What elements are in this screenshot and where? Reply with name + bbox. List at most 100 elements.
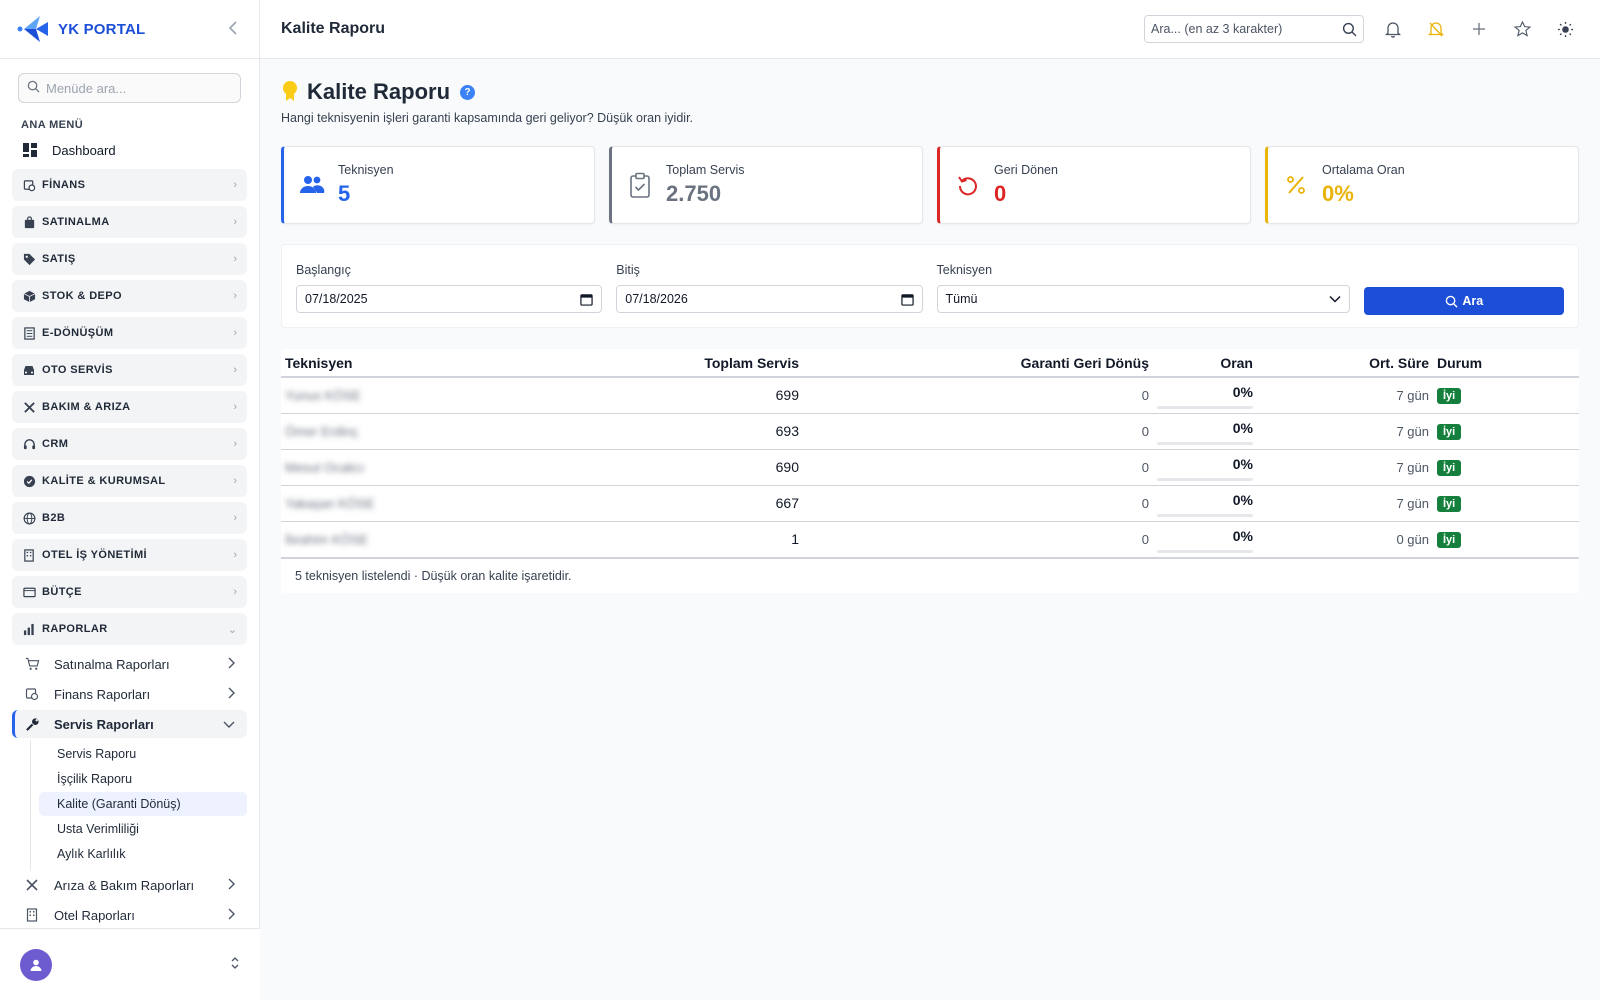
sidebar-item-servis-raporlari[interactable]: Servis Raporları [12, 710, 247, 738]
column-header[interactable]: Ort. Süre [1257, 349, 1433, 378]
sidebar-item-otel-raporlari[interactable]: Otel Raporları [12, 901, 247, 929]
percent-icon [1282, 171, 1310, 199]
sidebar-group-satis[interactable]: SATIŞ › [12, 243, 247, 275]
sidebar-group-label: CRM [42, 438, 69, 450]
chevron-right-icon: › [233, 327, 237, 339]
technician-select[interactable]: Tümü [936, 285, 1351, 313]
card-geri-donen: Geri Dönen 0 [937, 146, 1251, 224]
tools-icon [22, 400, 36, 414]
table-row[interactable]: Yunus KÖSE 699 0 0% 7 gün İyi [281, 377, 1579, 414]
bag-icon [22, 215, 36, 229]
sidebar-group-finans[interactable]: FİNANS › [12, 169, 247, 201]
calendar-icon[interactable] [580, 293, 593, 306]
sidebar-group-e-donusum[interactable]: E-DÖNÜŞÜM › [12, 317, 247, 349]
sidebar-item-satinalma-raporlari[interactable]: Satınalma Raporları [12, 650, 247, 678]
topbar: Kalite Raporu [260, 0, 1600, 59]
table-header-row: Teknisyen Toplam Servis Garanti Geri Dön… [281, 349, 1579, 378]
sidebar-group-label: SATINALMA [42, 216, 110, 228]
rate-bar [1157, 406, 1253, 409]
filter-panel: Başlangıç 07/18/2025 Bitiş 07/18/2026 Te… [281, 244, 1579, 328]
rate-bar [1157, 549, 1253, 553]
tag-icon [22, 252, 36, 266]
card-ortalama-oran: Ortalama Oran 0% [1265, 146, 1579, 224]
sidebar-group-kalite-kurumsal[interactable]: KALİTE & KURUMSAL › [12, 465, 247, 497]
sidebar-leaf-kalite-garanti[interactable]: Kalite (Garanti Dönüş) [39, 792, 247, 816]
sidebar-item-finans-raporlari[interactable]: Finans Raporları [12, 680, 247, 708]
sidebar-group-label: SATIŞ [42, 253, 76, 265]
menu-search[interactable] [18, 73, 241, 103]
globe-icon [22, 511, 36, 525]
column-header[interactable]: Toplam Servis [539, 349, 803, 378]
card-value: 0 [994, 181, 1007, 206]
start-date-input[interactable]: 07/18/2025 [296, 285, 603, 313]
rate-cell: 0% [1153, 377, 1257, 414]
warranty-returns: 0 [803, 413, 1153, 450]
bell-off-icon[interactable] [1422, 15, 1450, 43]
column-header[interactable]: Teknisyen [281, 349, 539, 378]
column-header[interactable]: Durum [1433, 349, 1579, 378]
table-row[interactable]: Ömer Erdinç 693 0 0% 7 gün İyi [281, 413, 1579, 450]
technician-select-value: Tümü [945, 292, 978, 306]
sidebar-leaf-servis-raporu[interactable]: Servis Raporu [39, 742, 247, 766]
sidebar-item-dashboard[interactable]: Dashboard [12, 137, 247, 163]
sidebar-group-bakim-ariza[interactable]: BAKIM & ARIZA › [12, 391, 247, 423]
end-date-input[interactable]: 07/18/2026 [616, 285, 923, 313]
chevron-right-icon [227, 878, 235, 893]
global-search[interactable] [1144, 15, 1364, 43]
filter-end: Bitiş 07/18/2026 [616, 263, 923, 313]
status-cell: İyi [1433, 449, 1579, 486]
user-menu-toggle-icon[interactable] [230, 956, 240, 973]
sidebar-leaf-iscilik-raporu[interactable]: İşçilik Raporu [39, 767, 247, 791]
table-row[interactable]: İbrahim KÖSE 1 0 0% 0 gün İyi [281, 521, 1579, 558]
sidebar-group-label: B2B [42, 512, 66, 524]
start-date-label: Başlangıç [296, 263, 351, 277]
card-label: Teknisyen [338, 163, 394, 177]
warranty-returns: 0 [803, 377, 1153, 414]
bell-icon[interactable] [1379, 15, 1407, 43]
sidebar-group-otel[interactable]: OTEL İŞ YÖNETİMİ › [12, 539, 247, 571]
sidebar-group-label: BAKIM & ARIZA [42, 401, 131, 413]
avg-duration: 7 gün [1257, 377, 1433, 414]
chevron-right-icon: › [233, 586, 237, 598]
sidebar-group-crm[interactable]: CRM › [12, 428, 247, 460]
undo-icon [954, 171, 982, 199]
bar-chart-icon [22, 622, 36, 636]
search-button-label: Ara [1462, 294, 1484, 308]
chevron-right-icon: › [233, 401, 237, 413]
sidebar-group-butce[interactable]: BÜTÇE › [12, 576, 247, 608]
status-badge: İyi [1437, 496, 1462, 512]
page-subtitle: Hangi teknisyenin işleri garanti kapsamı… [281, 111, 694, 125]
sidebar-group-stok-depo[interactable]: STOK & DEPO › [12, 280, 247, 312]
menu-search-input[interactable] [46, 80, 216, 96]
calendar-icon[interactable] [900, 293, 914, 306]
avatar[interactable] [20, 948, 52, 981]
sun-icon[interactable] [1551, 15, 1579, 43]
cart-icon [24, 656, 40, 672]
status-badge: İyi [1437, 460, 1462, 476]
sidebar-group-satinalma[interactable]: SATINALMA › [12, 206, 247, 238]
sidebar-item-ariza-bakim-raporlari[interactable]: Arıza & Bakım Raporları [12, 871, 247, 899]
plus-icon[interactable] [1465, 15, 1493, 43]
search-icon[interactable] [1342, 22, 1357, 37]
collapse-sidebar-button[interactable] [223, 19, 243, 40]
sidebar-leaf-usta-verimliligi[interactable]: Usta Verimliliği [39, 817, 247, 841]
column-header[interactable]: Garanti Geri Dönüş [803, 349, 1153, 378]
card-label: Geri Dönen [994, 163, 1058, 177]
total-service: 699 [539, 377, 803, 414]
table-row[interactable]: Mesut Ocakcı 690 0 0% 7 gün İyi [281, 449, 1579, 486]
technician-name: Ömer Erdinç [285, 424, 358, 439]
chevron-right-icon: › [233, 438, 237, 450]
star-icon[interactable] [1508, 15, 1536, 43]
global-search-input[interactable] [1151, 22, 1331, 36]
filter-start: Başlangıç 07/18/2025 [296, 263, 603, 313]
sidebar-group-raporlar[interactable]: RAPORLAR ⌄ [12, 613, 247, 645]
help-icon[interactable]: ? [460, 84, 476, 100]
sidebar-group-b2b[interactable]: B2B › [12, 502, 247, 534]
building-icon [24, 907, 40, 923]
sidebar-group-oto-servis[interactable]: OTO SERVİS › [12, 354, 247, 386]
search-button[interactable]: Ara [1364, 287, 1564, 315]
table-row[interactable]: Yakaşan KÖSE 667 0 0% 7 gün İyi [281, 485, 1579, 522]
column-header[interactable]: Oran [1153, 349, 1257, 378]
sidebar-leaf-aylik-karlilik[interactable]: Aylık Karlılık [39, 842, 247, 866]
rate-value: 0% [1232, 419, 1253, 436]
